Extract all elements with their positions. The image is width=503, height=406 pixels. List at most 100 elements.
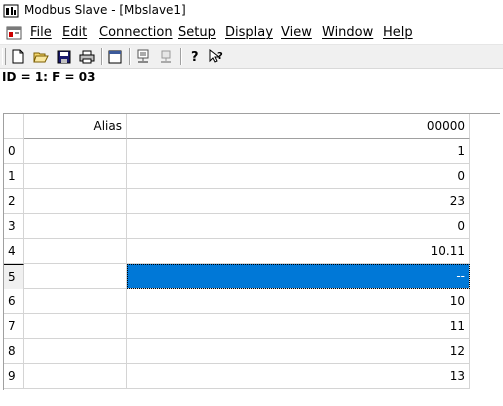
open-button[interactable] <box>32 48 50 65</box>
disconnect-button[interactable] <box>157 48 175 65</box>
open-folder-icon <box>33 52 49 62</box>
row-index: 1 <box>8 169 16 183</box>
toolbar-separator <box>129 48 131 65</box>
value-cell[interactable]: 10 <box>127 289 470 314</box>
row-index: 9 <box>8 369 16 383</box>
save-button[interactable] <box>55 48 73 65</box>
alias-cell[interactable] <box>24 214 127 239</box>
help-icon: ? <box>191 50 199 64</box>
grid-header-row: Alias 00000 <box>4 114 500 139</box>
row-index: 8 <box>8 344 16 358</box>
help-button[interactable]: ? <box>186 48 204 65</box>
value-cell[interactable]: 0 <box>127 164 470 189</box>
menu-bar: File Edit Connection Setup Display View … <box>0 22 503 45</box>
table-row: 9 13 <box>4 364 500 389</box>
row-index-cell[interactable]: 1 <box>4 164 24 189</box>
row-index-cell[interactable]: 4 <box>4 239 24 264</box>
table-row: 4 10.11 <box>4 239 500 264</box>
modbus-app-icon <box>3 4 19 18</box>
print-icon <box>79 50 95 63</box>
value-cell[interactable]: 0 <box>127 214 470 239</box>
table-row: 2 23 <box>4 189 500 214</box>
new-document-icon <box>12 49 24 64</box>
table-row: 8 12 <box>4 339 500 364</box>
row-index: 7 <box>8 319 16 333</box>
menu-connection[interactable]: Connection <box>99 25 173 40</box>
row-index-cell[interactable]: 8 <box>4 339 24 364</box>
value-text: 10.11 <box>430 244 465 258</box>
value-text: 1 <box>457 144 465 158</box>
address-column-header[interactable]: 00000 <box>127 114 470 139</box>
table-row: 6 10 <box>4 289 500 314</box>
value-cell[interactable]: 1 <box>127 139 470 164</box>
context-help-icon: ? <box>209 49 223 63</box>
row-index-cell[interactable]: 2 <box>4 189 24 214</box>
value-text: 23 <box>449 194 465 208</box>
address-column-label: 00000 <box>426 119 465 133</box>
row-index-cell[interactable]: 6 <box>4 289 24 314</box>
menu-setup[interactable]: Setup <box>178 25 216 40</box>
table-row: 3 0 <box>4 214 500 239</box>
grid-corner-cell[interactable] <box>4 114 24 139</box>
alias-column-header[interactable]: Alias <box>24 114 127 139</box>
context-help-button[interactable]: ? <box>208 48 226 65</box>
window-icon <box>108 50 122 63</box>
alias-cell[interactable] <box>24 139 127 164</box>
menu-display[interactable]: Display <box>225 25 273 40</box>
title-bar: Modbus Slave - [Mbslave1] <box>0 0 503 22</box>
slave-id-function-label: ID = 1: F = 03 <box>2 70 96 84</box>
row-index: 0 <box>8 144 16 158</box>
toolbar-grip[interactable] <box>2 48 6 65</box>
register-grid[interactable]: Alias 00000 0 1 1 0 2 23 3 0 4 10.11 5 -… <box>3 113 500 390</box>
alias-cell[interactable] <box>24 289 127 314</box>
row-index-cell[interactable]: 5 <box>4 264 24 290</box>
value-text: 0 <box>457 169 465 183</box>
value-text: 13 <box>449 369 465 383</box>
window-button[interactable] <box>106 48 124 65</box>
value-text: 10 <box>449 294 465 308</box>
alias-cell[interactable] <box>24 314 127 339</box>
row-index-cell[interactable]: 0 <box>4 139 24 164</box>
row-index: 6 <box>8 294 16 308</box>
svg-text:?: ? <box>191 50 199 64</box>
toolbar-separator <box>101 48 103 65</box>
alias-column-label: Alias <box>93 119 122 133</box>
row-index-cell[interactable]: 9 <box>4 364 24 389</box>
value-cell[interactable]: 12 <box>127 339 470 364</box>
value-text: 12 <box>449 344 465 358</box>
alias-cell[interactable] <box>24 264 127 289</box>
row-index-cell[interactable]: 7 <box>4 314 24 339</box>
connect-icon <box>137 49 149 63</box>
alias-cell[interactable] <box>24 364 127 389</box>
table-row: 1 0 <box>4 164 500 189</box>
alias-cell[interactable] <box>24 239 127 264</box>
menu-edit[interactable]: Edit <box>62 25 87 40</box>
menu-help[interactable]: Help <box>383 25 413 40</box>
document-menu-icon[interactable] <box>6 25 22 41</box>
value-cell[interactable]: 11 <box>127 314 470 339</box>
table-row: 7 11 <box>4 314 500 339</box>
window-title: Modbus Slave - [Mbslave1] <box>24 3 186 17</box>
value-cell[interactable]: 10.11 <box>127 239 470 264</box>
alias-cell[interactable] <box>24 164 127 189</box>
menu-view[interactable]: View <box>281 25 312 40</box>
connect-button[interactable] <box>134 48 152 65</box>
disconnect-icon <box>161 50 171 63</box>
alias-cell[interactable] <box>24 189 127 214</box>
row-index: 2 <box>8 194 16 208</box>
value-cell[interactable]: 13 <box>127 364 470 389</box>
print-button[interactable] <box>78 48 96 65</box>
toolbar-separator <box>180 48 182 65</box>
toolbar: ? ? <box>0 45 503 69</box>
row-index-cell[interactable]: 3 <box>4 214 24 239</box>
save-icon <box>57 50 71 63</box>
menu-window[interactable]: Window <box>322 25 373 40</box>
row-index: 5 <box>8 270 16 284</box>
svg-text:?: ? <box>217 51 223 62</box>
alias-cell[interactable] <box>24 339 127 364</box>
row-index: 4 <box>8 244 16 258</box>
value-cell[interactable]: 23 <box>127 189 470 214</box>
menu-file[interactable]: File <box>30 25 52 40</box>
new-document-button[interactable] <box>9 48 27 65</box>
selected-value-cell[interactable]: -- <box>127 264 470 289</box>
